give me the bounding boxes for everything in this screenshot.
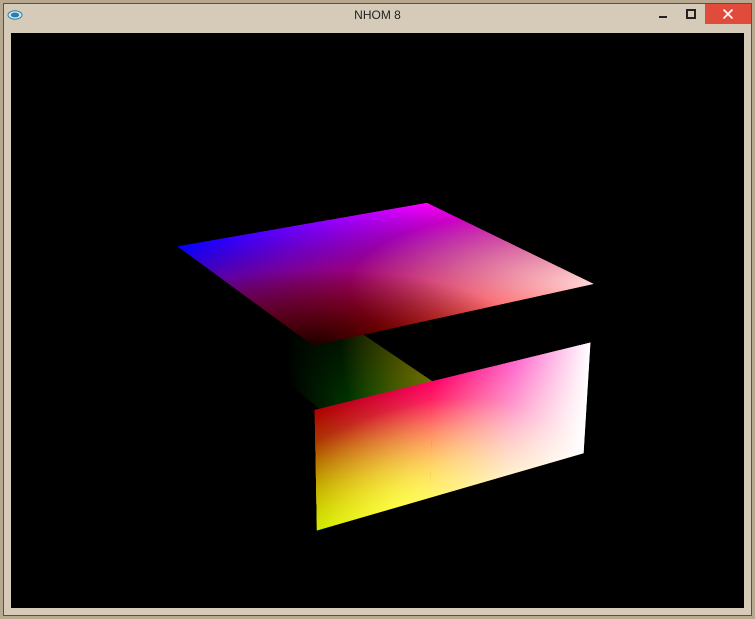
window-title: NHOM 8 bbox=[4, 8, 751, 22]
window-controls bbox=[649, 4, 751, 24]
app-window: NHOM 8 bbox=[3, 3, 752, 616]
titlebar[interactable]: NHOM 8 bbox=[4, 4, 751, 26]
opengl-viewport[interactable] bbox=[11, 33, 744, 608]
opengl-icon bbox=[7, 7, 23, 23]
minimize-button[interactable] bbox=[649, 4, 677, 24]
cube-top-face bbox=[177, 202, 594, 345]
close-button[interactable] bbox=[705, 4, 751, 24]
maximize-button[interactable] bbox=[677, 4, 705, 24]
